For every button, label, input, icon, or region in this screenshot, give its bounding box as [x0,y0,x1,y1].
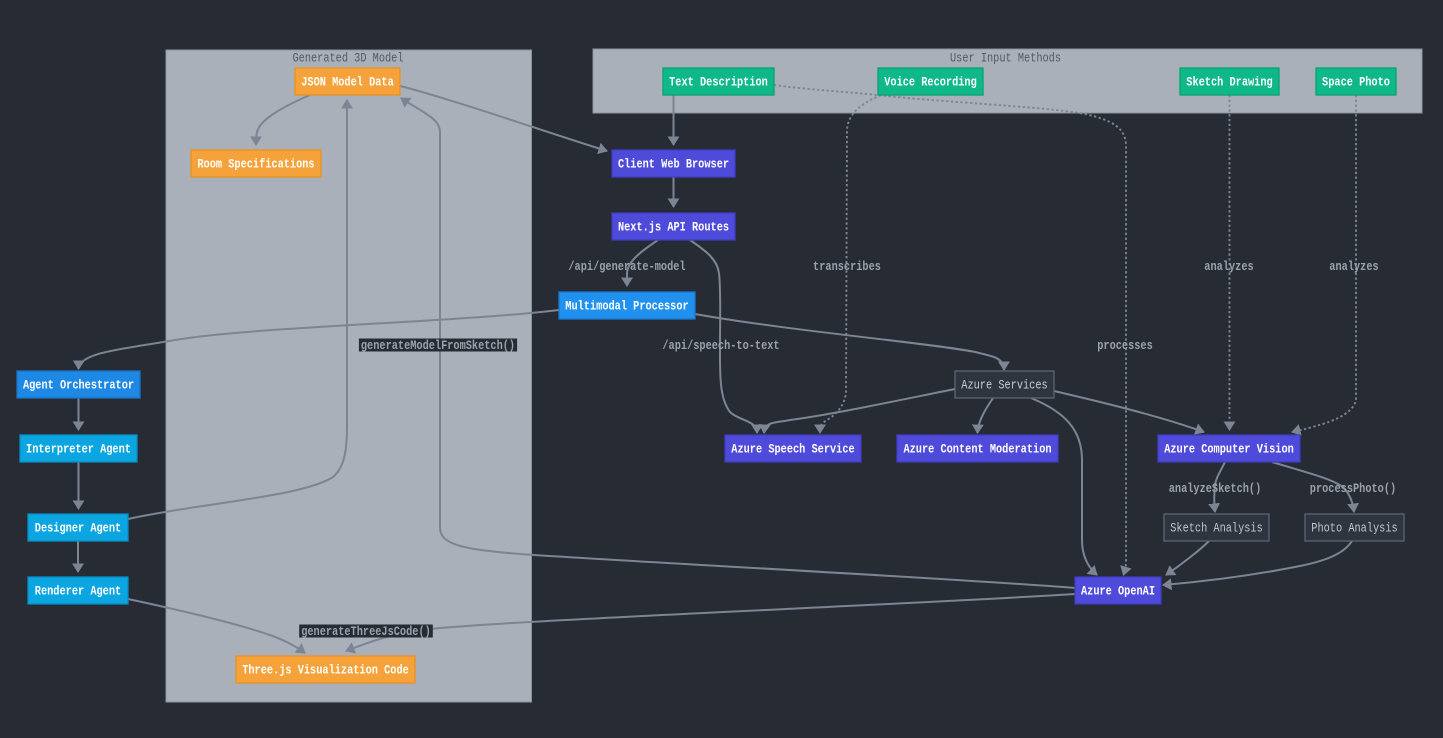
svg-text:Azure Services: Azure Services [961,379,1047,393]
svg-text:Generated 3D Model: Generated 3D Model [293,52,404,66]
svg-text:Voice Recording: Voice Recording [884,76,977,90]
svg-text:Azure Speech Service: Azure Speech Service [731,443,854,457]
svg-text:Multimodal Processor: Multimodal Processor [565,300,688,314]
svg-text:analyzes: analyzes [1329,260,1378,274]
svg-text:processes: processes [1097,339,1153,353]
svg-text:generateModelFromSketch(): generateModelFromSketch() [361,339,515,353]
svg-text:User Input Methods: User Input Methods [950,52,1061,66]
svg-text:/api/speech-to-text: /api/speech-to-text [662,339,779,353]
svg-text:Client Web Browser: Client Web Browser [618,158,729,172]
svg-text:processPhoto(): processPhoto() [1310,482,1396,496]
svg-text:Photo Analysis: Photo Analysis [1311,522,1397,536]
svg-text:Interpreter Agent: Interpreter Agent [26,443,131,457]
svg-text:analyzeSketch(): analyzeSketch() [1169,482,1262,496]
svg-text:Next.js API Routes: Next.js API Routes [618,221,729,235]
svg-text:Room Specifications: Room Specifications [197,158,314,172]
svg-text:Renderer Agent: Renderer Agent [35,585,121,599]
svg-text:JSON Model Data: JSON Model Data [301,76,394,90]
svg-text:analyzes: analyzes [1204,260,1253,274]
svg-text:Text Description: Text Description [669,76,768,90]
svg-text:Three.js Visualization Code: Three.js Visualization Code [242,664,409,678]
svg-text:Azure Computer Vision: Azure Computer Vision [1164,443,1294,457]
svg-text:Space Photo: Space Photo [1322,76,1390,90]
svg-text:Azure OpenAI: Azure OpenAI [1081,585,1155,599]
svg-text:Azure Content Moderation: Azure Content Moderation [903,443,1051,457]
svg-text:/api/generate-model: /api/generate-model [568,260,685,274]
svg-text:Designer Agent: Designer Agent [35,522,121,536]
svg-text:Sketch Analysis: Sketch Analysis [1170,522,1263,536]
svg-text:Agent Orchestrator: Agent Orchestrator [23,379,134,393]
svg-text:transcribes: transcribes [813,260,881,274]
svg-text:Sketch Drawing: Sketch Drawing [1186,76,1272,90]
svg-text:generateThreeJsCode(): generateThreeJsCode() [301,625,431,639]
